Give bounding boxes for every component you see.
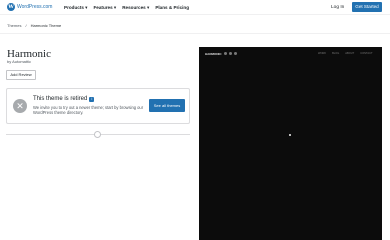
login-link[interactable]: Log In — [331, 5, 344, 10]
breadcrumb: Themes / Harmonic Theme — [7, 23, 61, 28]
nav-plans-pricing[interactable]: Plans & Pricing — [155, 5, 189, 11]
brand-link[interactable]: W WordPress.com — [7, 3, 52, 11]
social-dot-icon — [229, 52, 232, 55]
preview-nav-item: CONTACT — [360, 52, 373, 55]
notice-title: This theme is retired i — [33, 96, 95, 102]
close-circle-icon: ✕ — [13, 99, 27, 113]
preview-social-icons — [224, 52, 237, 55]
social-dot-icon — [224, 52, 227, 55]
breadcrumb-separator: / — [25, 23, 27, 28]
preview-nav: WORK BLOG ABOUT CONTACT — [318, 52, 373, 55]
retired-notice: ✕ This theme is retired i We invite you … — [6, 88, 190, 124]
preview-loading-dot — [289, 134, 291, 136]
notice-title-text: This theme is retired — [33, 96, 88, 102]
brand-name: WordPress.com — [17, 4, 53, 10]
nav-resources[interactable]: Resources ▾ — [122, 5, 149, 11]
wordpress-logo-icon: W — [7, 3, 15, 11]
get-started-button[interactable]: Get Started — [352, 2, 382, 12]
preview-nav-item: ABOUT — [345, 52, 355, 55]
notice-message: We invite you to try out a newer theme; … — [33, 105, 144, 116]
theme-author[interactable]: by Automattic — [7, 59, 31, 64]
social-dot-icon — [234, 52, 237, 55]
breadcrumb-bar: Themes / Harmonic Theme — [0, 16, 390, 34]
info-icon[interactable]: i — [89, 96, 95, 102]
nav-features[interactable]: Features ▾ — [94, 5, 117, 11]
add-review-button[interactable]: Add Review — [6, 70, 36, 80]
preview-nav-item: BLOG — [332, 52, 340, 55]
divider-handle — [94, 131, 101, 138]
see-all-themes-button[interactable]: See all themes — [149, 99, 185, 112]
theme-preview[interactable]: HARMONIC WORK BLOG ABOUT CONTACT — [199, 47, 382, 240]
top-navigation-bar: W WordPress.com Products ▾ Features ▾ Re… — [0, 0, 390, 15]
preview-nav-item: WORK — [318, 52, 327, 55]
nav-products[interactable]: Products ▾ — [64, 5, 88, 11]
main-nav: Products ▾ Features ▾ Resources ▾ Plans … — [64, 5, 189, 11]
breadcrumb-current: Harmonic Theme — [30, 23, 62, 28]
preview-brand: HARMONIC — [205, 52, 222, 56]
breadcrumb-themes[interactable]: Themes — [7, 23, 21, 28]
